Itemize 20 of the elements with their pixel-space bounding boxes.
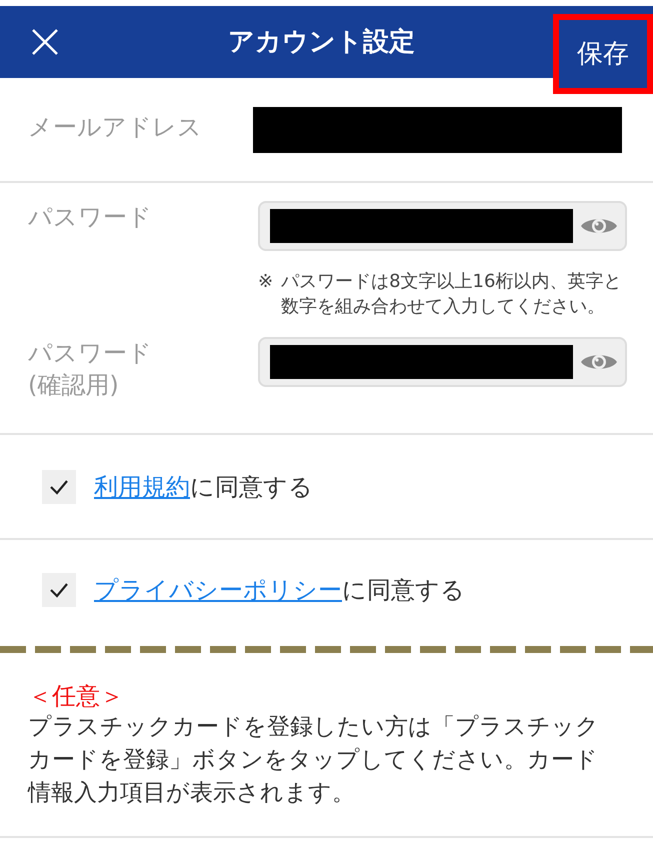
- check-icon: [49, 478, 69, 494]
- password-note: パスワードは8文字以上16桁以内、英字と数字を組み合わせて入力してください。: [281, 270, 622, 319]
- check-icon: [49, 582, 69, 598]
- note-mark: ※: [258, 270, 274, 294]
- close-icon: [31, 28, 59, 56]
- agreement-text: 利用規約に同意する: [94, 472, 313, 502]
- agreement-link[interactable]: プライバシーポリシー: [94, 576, 342, 604]
- checkbox[interactable]: [42, 470, 76, 504]
- password-field[interactable]: [258, 337, 627, 387]
- agreement-link[interactable]: 利用規約: [94, 472, 190, 500]
- agreement-text: プライバシーポリシーに同意する: [94, 575, 465, 606]
- optional-label: ＜任意＞: [28, 681, 125, 711]
- screen-title: アカウント設定: [227, 26, 416, 59]
- password-field[interactable]: [258, 201, 627, 251]
- optional-description: プラスチックカードを登録したい方は「プラスチックカードを登録」ボタンをタップしてください。カード情報入力項目が表示されます。: [28, 713, 600, 808]
- field-label: メールアドレス: [28, 112, 203, 142]
- field-label: パスワード: [28, 202, 153, 233]
- checkbox[interactable]: [42, 573, 76, 607]
- field-label: パスワード (確認用): [28, 338, 153, 401]
- save-button[interactable]: 保存: [553, 14, 653, 94]
